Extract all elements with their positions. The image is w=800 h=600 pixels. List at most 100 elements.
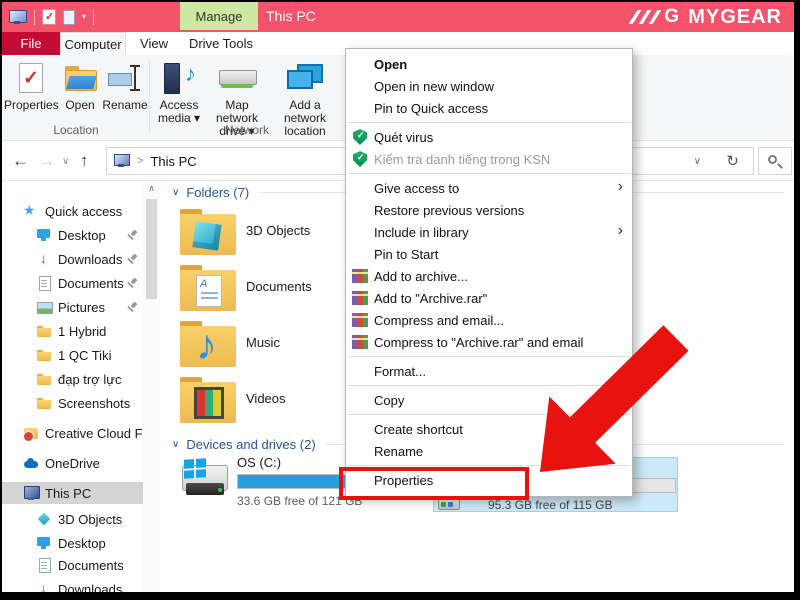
- folder-tile-label: Videos: [246, 391, 286, 406]
- submenu-chevron-icon: ›: [618, 222, 623, 240]
- pin-icon: [126, 301, 138, 313]
- menu-item-compress-and-email[interactable]: Compress and email...: [346, 309, 632, 331]
- sidebar-item-label: Quick access: [45, 204, 122, 219]
- menu-item-copy[interactable]: Copy: [346, 389, 632, 411]
- folder-icon: [180, 265, 236, 311]
- collapse-chevron-icon[interactable]: ∨: [172, 439, 179, 450]
- sidebar-item-desktop[interactable]: Desktop: [2, 224, 143, 246]
- menu-item-qu-t-virus[interactable]: Quét virus: [346, 126, 632, 148]
- sidebar-item-onedrive[interactable]: OneDrive: [2, 452, 143, 474]
- search-input[interactable]: [758, 147, 792, 175]
- manage-contextual-tab[interactable]: Manage: [180, 2, 258, 30]
- menu-separator: [348, 356, 630, 357]
- windows-logo-icon: [184, 458, 206, 479]
- access-media-label: Access: [160, 98, 199, 112]
- address-dropdown-caret-icon[interactable]: ∨: [694, 156, 701, 167]
- brand-mark: G: [664, 6, 679, 28]
- menu-item-pin-to-quick-access[interactable]: Pin to Quick access: [346, 97, 632, 119]
- sidebar-item-label: Pictures: [58, 300, 105, 315]
- sidebar-item-1-hybrid[interactable]: 1 Hybrid: [2, 320, 143, 342]
- star-icon: [23, 203, 39, 219]
- sidebar-item-pictures[interactable]: Pictures: [2, 296, 143, 318]
- menu-item-open[interactable]: Open: [346, 53, 632, 75]
- menu-item-rename[interactable]: Rename: [346, 440, 632, 462]
- properties-quick-icon[interactable]: [42, 9, 56, 25]
- sidebar-item-documents[interactable]: Documents: [2, 272, 143, 294]
- scrollbar-thumb[interactable]: [146, 199, 157, 299]
- menu-item-open-in-new-window[interactable]: Open in new window: [346, 75, 632, 97]
- menu-item-compress-to-archive-rar-and-email[interactable]: Compress to "Archive.rar" and email: [346, 331, 632, 353]
- up-button[interactable]: ↑: [80, 141, 89, 181]
- mygear-watermark: G MYGEAR: [633, 2, 782, 32]
- sidebar-item-p-tr-l-c[interactable]: đạp trợ lực: [2, 368, 143, 390]
- folder-tile-label: Music: [246, 335, 280, 350]
- menu-item-label: Add to archive...: [374, 269, 468, 284]
- pin-icon: [126, 229, 138, 241]
- sidebar-item-3d-objects[interactable]: 3D Objects: [2, 508, 143, 530]
- winrar-icon: [352, 290, 368, 306]
- menu-icon-slot: [352, 363, 368, 379]
- sidebar-scrollbar[interactable]: ∧: [143, 181, 160, 592]
- customize-toolbar-caret-icon[interactable]: ▾: [82, 13, 86, 21]
- scroll-up-icon[interactable]: ∧: [143, 183, 160, 194]
- tab-drive-tools[interactable]: Drive Tools: [182, 32, 260, 55]
- menu-item-include-in-library[interactable]: Include in library›: [346, 221, 632, 243]
- tab-file[interactable]: File: [2, 32, 60, 55]
- menu-item-add-to-archive-rar[interactable]: Add to "Archive.rar": [346, 287, 632, 309]
- sidebar-item-label: Downloads: [58, 252, 122, 267]
- creative-cloud-icon: [23, 425, 39, 441]
- folder-tile-label: 3D Objects: [246, 223, 310, 238]
- menu-item-format[interactable]: Format...: [346, 360, 632, 382]
- music-overlay-icon: ♪: [196, 323, 217, 367]
- menu-item-create-shortcut[interactable]: Create shortcut: [346, 418, 632, 440]
- menu-icon-slot: [352, 443, 368, 459]
- sidebar-item-this-pc[interactable]: This PC: [2, 482, 143, 504]
- sidebar-item-1-qc-tiki[interactable]: 1 QC Tiki: [2, 344, 143, 366]
- pin-icon: [126, 253, 138, 265]
- menu-icon-slot: [352, 180, 368, 196]
- devices-section-title: Devices and drives (2): [186, 437, 315, 452]
- sidebar-item-desktop[interactable]: Desktop: [2, 532, 143, 554]
- drive-name: OS (C:): [237, 455, 281, 470]
- context-menu: OpenOpen in new window Pin to Quick acces…: [345, 48, 633, 497]
- sidebar-item-creative-cloud-files[interactable]: Creative Cloud Files: [2, 422, 143, 444]
- sidebar-item-label: 3D Objects: [58, 512, 122, 527]
- toolbar-separator: [34, 10, 35, 25]
- menu-item-restore-previous-versions[interactable]: Restore previous versions: [346, 199, 632, 221]
- properties-label: Properties: [4, 99, 58, 112]
- menu-item-label: Restore previous versions: [374, 203, 524, 218]
- forward-button[interactable]: →: [38, 141, 55, 181]
- open-folder-icon: [65, 66, 95, 90]
- breadcrumb[interactable]: This PC: [150, 154, 196, 169]
- sidebar-item-downloads[interactable]: Downloads: [2, 248, 143, 270]
- refresh-icon[interactable]: ↻: [726, 152, 739, 170]
- add-network-location-label: Add a network: [284, 98, 326, 125]
- menu-item-label: Pin to Quick access: [374, 101, 488, 116]
- sidebar-item-quick-access[interactable]: Quick access: [2, 200, 143, 222]
- cube-icon: [36, 511, 52, 527]
- onedrive-icon: [23, 455, 39, 471]
- brand-name: MYGEAR: [688, 6, 782, 29]
- sidebar-item-label: Downloads: [58, 582, 122, 593]
- drive-free-space: 95.3 GB free of 115 GB: [488, 498, 613, 512]
- sidebar-item-screenshots[interactable]: Screenshots: [2, 392, 143, 414]
- sidebar-item-downloads[interactable]: Downloads: [2, 578, 143, 592]
- menu-item-ki-m-tra-danh-ti-ng-trong-ksn[interactable]: Kiểm tra danh tiếng trong KSN: [346, 148, 632, 170]
- menu-icon-slot: [352, 78, 368, 94]
- menu-item-add-to-archive[interactable]: Add to archive...: [346, 265, 632, 287]
- submenu-chevron-icon: ›: [618, 178, 623, 196]
- new-folder-quick-icon[interactable]: [63, 10, 75, 25]
- menu-item-pin-to-start[interactable]: Pin to Start: [346, 243, 632, 265]
- collapse-chevron-icon[interactable]: ∨: [172, 187, 179, 198]
- tab-computer[interactable]: Computer: [60, 32, 126, 55]
- folder-icon: [36, 323, 52, 339]
- menu-item-give-access-to[interactable]: Give access to›: [346, 177, 632, 199]
- recent-locations-caret-icon[interactable]: ∨: [62, 141, 69, 181]
- back-button[interactable]: ←: [12, 141, 29, 181]
- sidebar-item-documents[interactable]: Documents: [2, 554, 143, 576]
- title-bar: ▾ Manage This PC G MYGEAR: [2, 2, 794, 32]
- system-menu-icon[interactable]: [9, 9, 27, 25]
- shield-icon: [352, 129, 368, 145]
- folder-icon: [36, 371, 52, 387]
- tab-view[interactable]: View: [126, 32, 182, 55]
